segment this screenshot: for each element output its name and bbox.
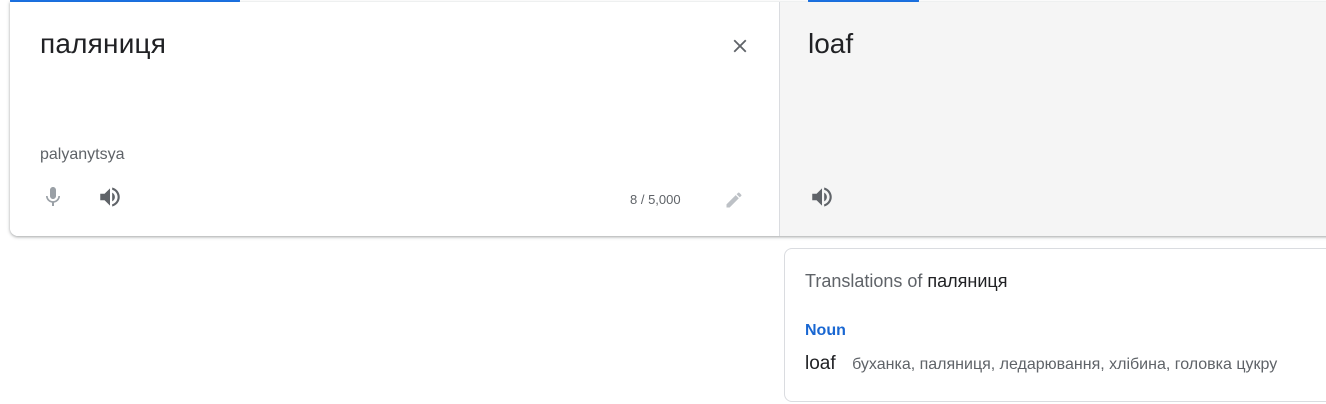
character-count: 8 / 5,000	[630, 192, 681, 207]
reverse-translations: буханка, паляниця, ледарювання, хлібина,…	[852, 356, 1278, 373]
handwriting-button[interactable]	[722, 188, 746, 212]
translations-heading: Translations of паляниця	[805, 271, 1007, 292]
translation-card: паляниця palyanytsya 8 / 5,000 loaf	[10, 2, 1326, 236]
listen-translation-button[interactable]	[806, 182, 838, 212]
translation-output: loaf	[808, 28, 854, 59]
translation-entry: loaf буханка, паляниця, ледарювання, хлі…	[805, 353, 1277, 375]
translation-term[interactable]: loaf	[805, 353, 836, 374]
translations-heading-word: паляниця	[927, 271, 1008, 291]
part-of-speech-label: Noun	[805, 322, 846, 339]
transliteration: palyanytsya	[40, 146, 125, 163]
pencil-icon	[724, 190, 744, 210]
clear-source-button[interactable]	[724, 30, 756, 62]
translations-heading-prefix: Translations of	[805, 271, 923, 291]
voice-input-button[interactable]	[38, 182, 68, 212]
source-pane: паляниця palyanytsya 8 / 5,000	[10, 2, 779, 236]
volume-icon	[97, 184, 123, 210]
target-pane: loaf	[779, 2, 1326, 236]
close-icon	[729, 35, 751, 57]
microphone-icon	[41, 185, 65, 209]
volume-icon	[809, 184, 835, 210]
listen-source-button[interactable]	[94, 182, 126, 212]
translate-page: паляниця palyanytsya 8 / 5,000 loaf Tran…	[0, 0, 1326, 404]
translations-card: Translations of паляниця Noun loaf бухан…	[784, 248, 1326, 402]
source-text-input[interactable]: паляниця	[40, 28, 166, 60]
